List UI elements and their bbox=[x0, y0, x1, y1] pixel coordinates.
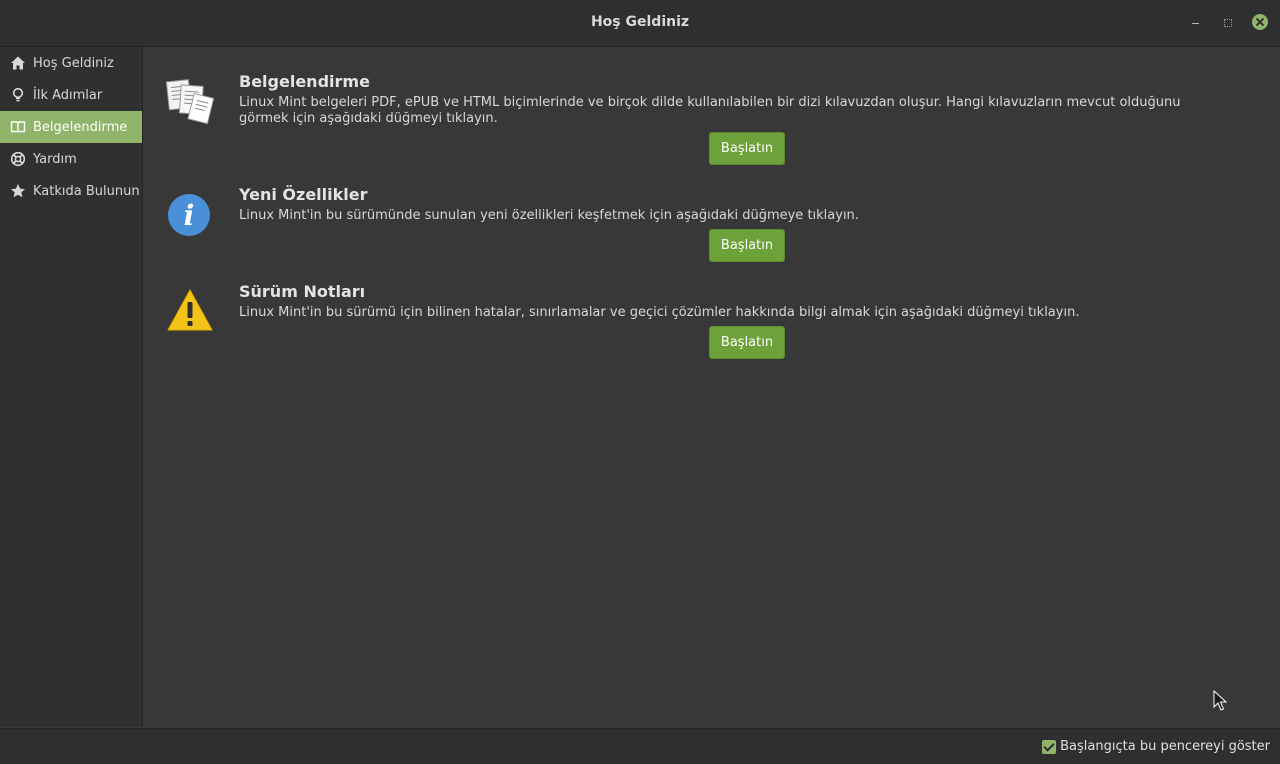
svg-text:i: i bbox=[184, 199, 195, 232]
autostart-label: Başlangıçta bu pencereyi göster bbox=[1060, 739, 1270, 754]
main-content: Belgelendirme Linux Mint belgeleri PDF, … bbox=[143, 47, 1280, 727]
minimize-button[interactable] bbox=[1188, 15, 1204, 31]
sidebar-item-label: Belgelendirme bbox=[33, 119, 128, 135]
sidebar-item-welcome[interactable]: Hoş Geldiniz bbox=[0, 47, 142, 79]
autostart-checkbox[interactable] bbox=[1042, 739, 1057, 754]
welcome-window: Hoş Geldiniz Hoş Geldiniz İlk Adımlar Be… bbox=[0, 0, 1280, 764]
sidebar-item-label: İlk Adımlar bbox=[33, 87, 103, 103]
section-title: Sürüm Notları bbox=[239, 282, 366, 301]
home-icon bbox=[0, 55, 33, 71]
sidebar-item-label: Katkıda Bulunun bbox=[33, 183, 140, 199]
section-description: Linux Mint'in bu sürümünde sunulan yeni … bbox=[239, 208, 859, 223]
autostart-toggle[interactable]: Başlangıçta bu pencereyi göster bbox=[1042, 739, 1270, 754]
info-icon: i bbox=[166, 192, 212, 242]
documents-icon bbox=[165, 76, 215, 130]
sidebar-item-label: Hoş Geldiniz bbox=[33, 55, 114, 71]
star-icon bbox=[0, 183, 33, 199]
lightbulb-icon bbox=[0, 87, 33, 103]
section-title: Yeni Özellikler bbox=[239, 185, 368, 204]
footer-bar: Başlangıçta bu pencereyi göster bbox=[0, 728, 1280, 764]
section-title: Belgelendirme bbox=[239, 72, 370, 91]
window-title: Hoş Geldiniz bbox=[590, 14, 690, 30]
sidebar-item-documentation[interactable]: Belgelendirme bbox=[0, 111, 142, 143]
maximize-button[interactable] bbox=[1220, 15, 1236, 31]
sidebar-item-help[interactable]: Yardım bbox=[0, 143, 142, 175]
release-notes-start-button[interactable]: Başlatın bbox=[709, 326, 785, 359]
sidebar: Hoş Geldiniz İlk Adımlar Belgelendirme Y… bbox=[0, 47, 143, 727]
section-description: Linux Mint'in bu sürümü için bilinen hat… bbox=[239, 305, 1080, 320]
documentation-start-button[interactable]: Başlatın bbox=[709, 132, 785, 165]
sidebar-item-first-steps[interactable]: İlk Adımlar bbox=[0, 79, 142, 111]
mouse-pointer-icon bbox=[1213, 689, 1228, 716]
section-description: Linux Mint belgeleri PDF, ePUB ve HTML b… bbox=[239, 95, 1181, 126]
warning-icon bbox=[166, 288, 214, 336]
new-features-start-button[interactable]: Başlatın bbox=[709, 229, 785, 262]
title-bar[interactable]: Hoş Geldiniz bbox=[0, 0, 1280, 47]
sidebar-item-label: Yardım bbox=[33, 151, 77, 167]
sidebar-item-contribute[interactable]: Katkıda Bulunun bbox=[0, 175, 142, 207]
close-button[interactable] bbox=[1252, 14, 1268, 30]
book-icon bbox=[0, 119, 33, 135]
lifebuoy-icon bbox=[0, 151, 33, 167]
